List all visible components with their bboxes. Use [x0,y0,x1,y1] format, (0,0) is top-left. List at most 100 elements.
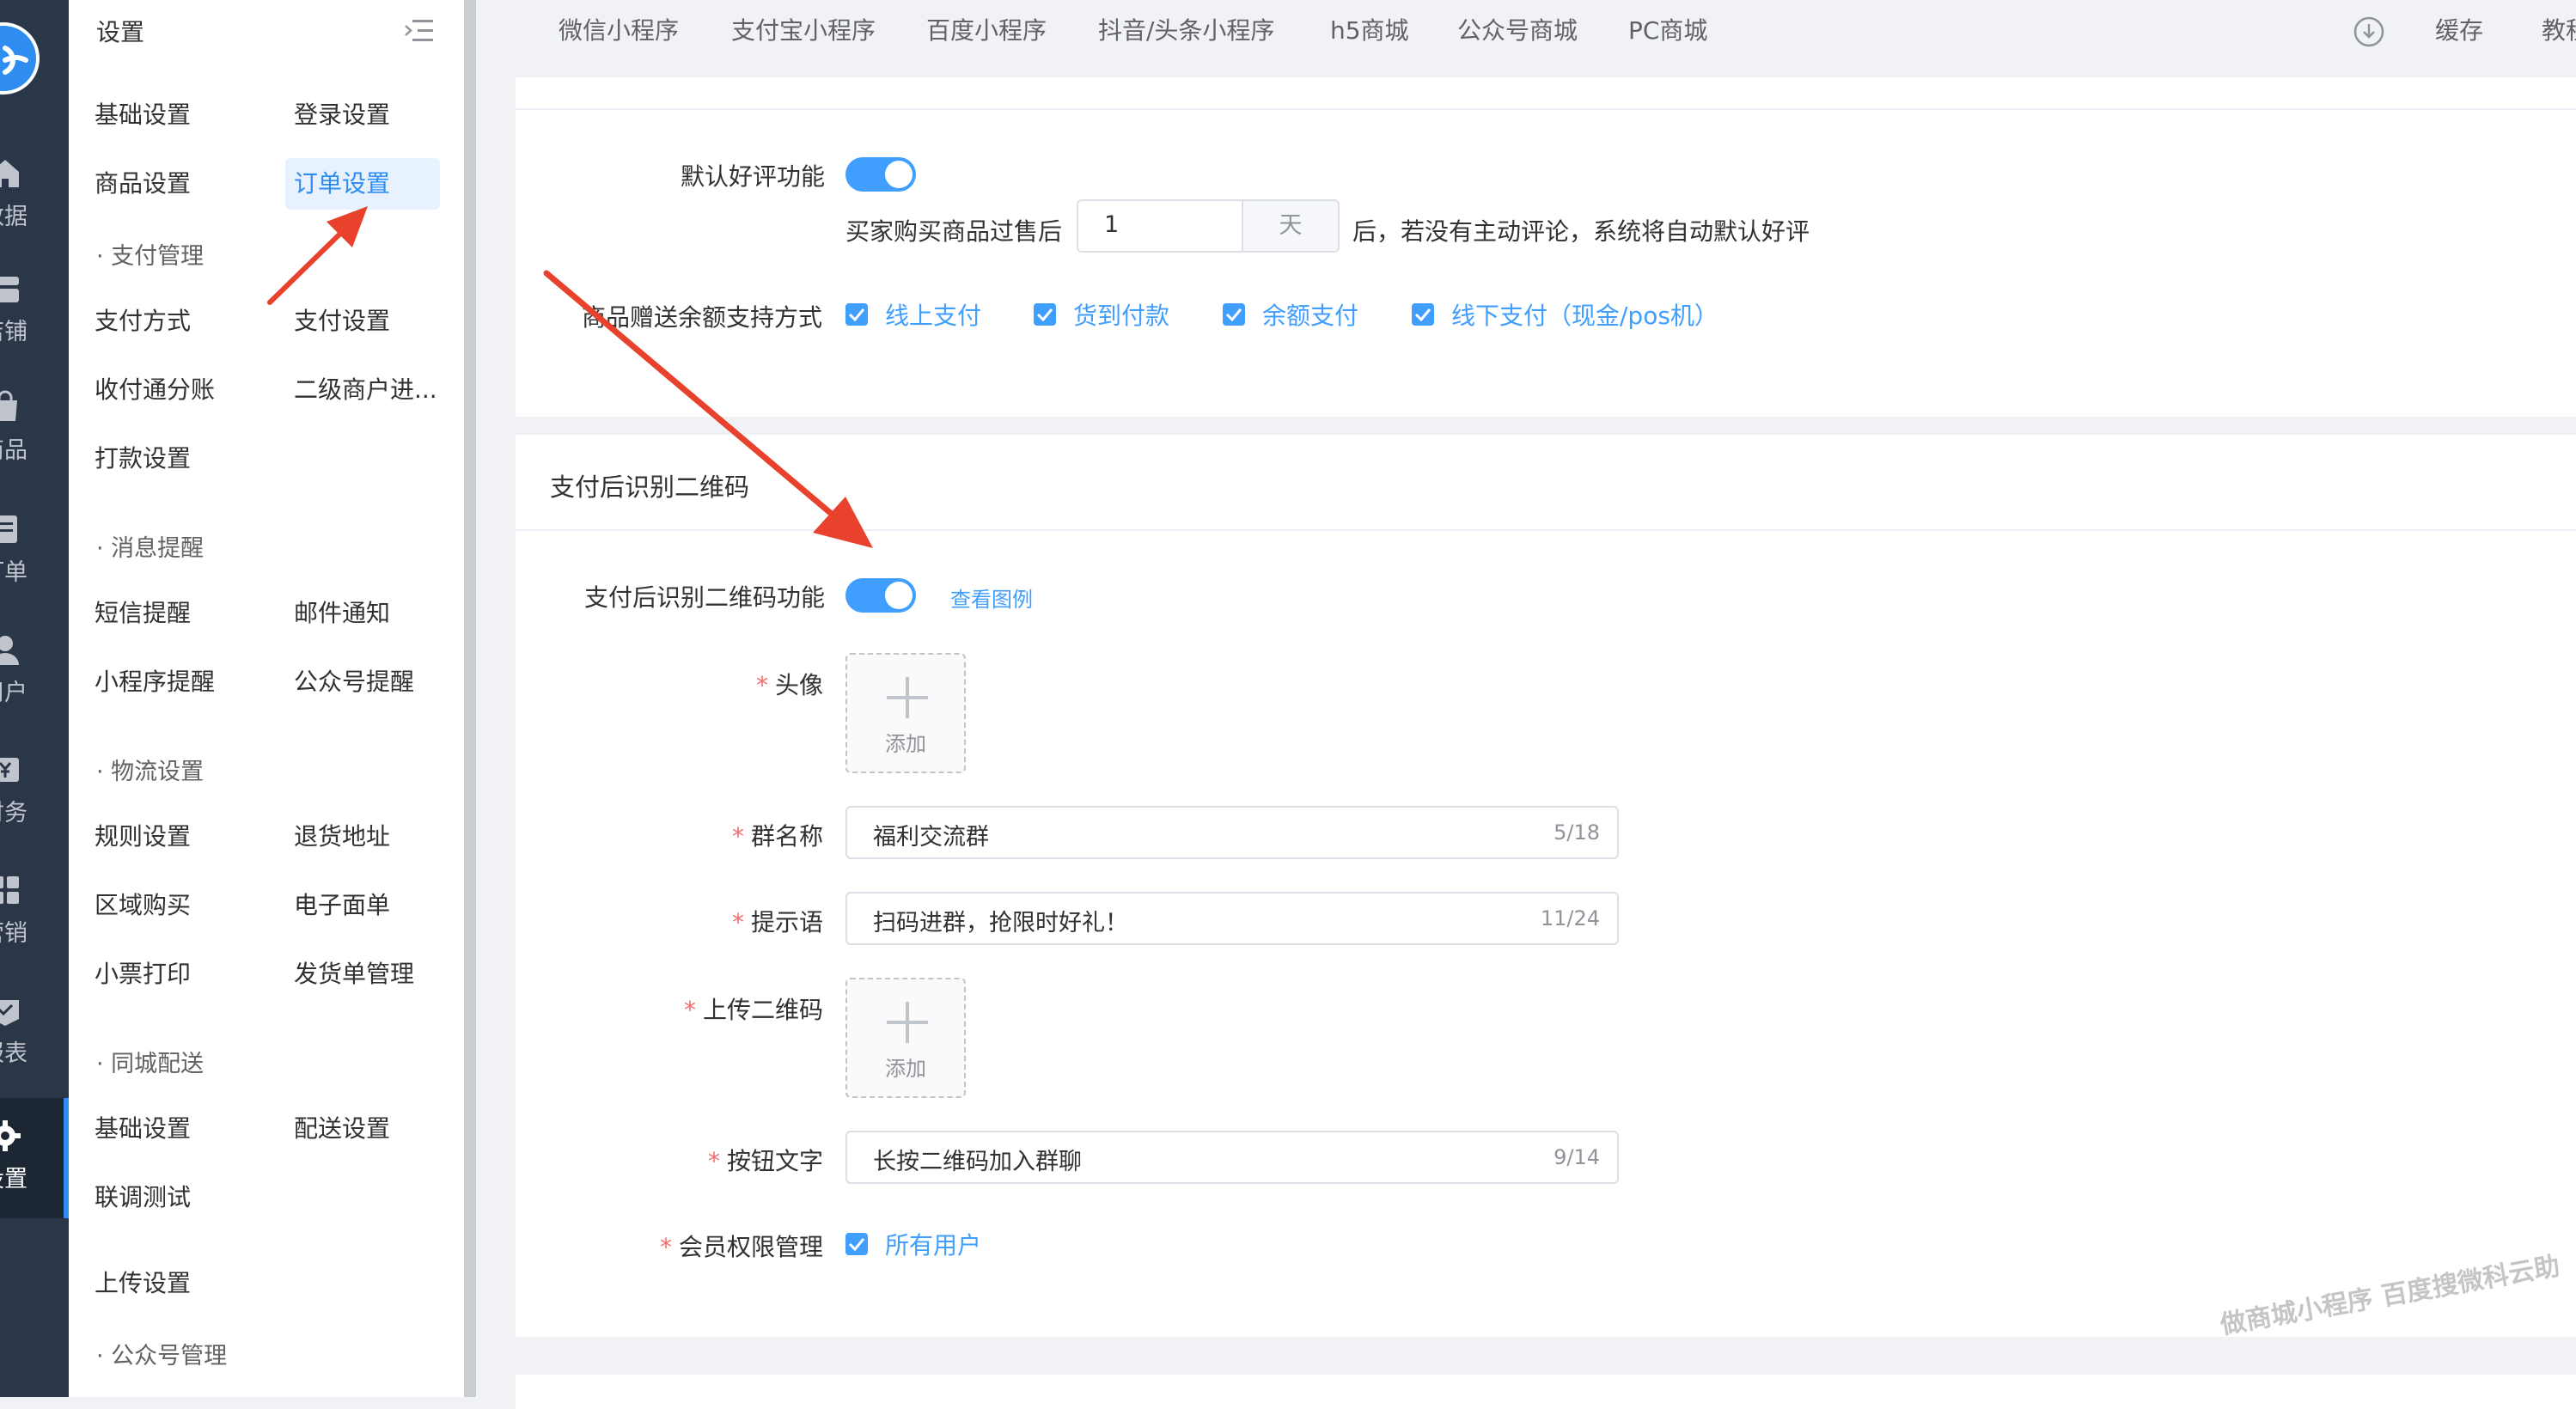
checkbox-checked-icon [845,303,868,326]
rail-item-marketing[interactable]: 营销 [0,873,69,993]
sidebar-item-pay-method[interactable]: 支付方式 [95,296,191,347]
checkbox-checked-icon [1034,303,1056,326]
gear-icon [0,1120,21,1151]
sidebar-item-rules[interactable]: 规则设置 [95,811,191,863]
tip-label: * 提示语 [732,908,824,936]
group-name-count: 5/18 [1554,820,1600,845]
tip-input[interactable]: 扫码进群，抢限时好礼！ 11/24 [845,892,1619,945]
rail-item-report[interactable]: 报表 [0,993,69,1113]
rail-item-label: 商品 [0,437,27,464]
sidebar-item-goods[interactable]: 商品设置 [95,158,191,210]
payment-balance-label: 余额支付 [1262,302,1359,330]
rail-item-user[interactable]: 用户 [0,632,69,753]
tab-douyin-miniapp[interactable]: 抖音/头条小程序 [1098,12,1274,46]
sidebar-item-miniapp-notice[interactable]: 小程序提醒 [95,656,215,708]
view-example-link[interactable]: 查看图例 [950,583,1033,613]
sidebar-item-receipt[interactable]: 小票打印 [95,948,191,1000]
rail-item-settings[interactable]: 设置 [0,1098,69,1218]
button-text-input[interactable]: 长按二维码加入群聊 9/14 [845,1131,1619,1184]
tip-value: 扫码进群，抢限时好礼！ [873,910,1128,936]
member-all-users-checkbox[interactable]: 所有用户 [845,1227,981,1261]
rail-item-label: 报表 [0,1040,27,1067]
rail-item-label: 数据 [0,204,27,230]
sidebar-item-basic[interactable]: 基础设置 [95,89,191,141]
settings-sidebar: 设置 基础设置 登录设置 商品设置 订单设置 · 支付管理 支付方式 支付设置 … [69,0,464,1397]
sidebar-divider[interactable] [464,0,476,1397]
group-name-input[interactable]: 福利交流群 5/18 [845,806,1619,859]
sidebar-item-email[interactable]: 邮件通知 [294,588,390,639]
marketing-icon [0,876,19,904]
app-logo[interactable] [0,22,40,95]
tab-pc-mall[interactable]: PC商城 [1628,12,1707,46]
qr-feature-toggle[interactable] [845,578,916,613]
rail-item-label: 店铺 [0,319,27,345]
tab-alipay-miniapp[interactable]: 支付宝小程序 [731,12,876,46]
sidebar-item-payout[interactable]: 打款设置 [95,433,191,485]
sidebar-item-pay-settings[interactable]: 支付设置 [294,296,390,347]
review-days-input[interactable]: 1 [1077,199,1242,253]
sidebar-item-delivery-settings[interactable]: 配送设置 [294,1103,390,1155]
rail-item-order[interactable]: 订单 [0,512,69,632]
sidebar-item-upload[interactable]: 上传设置 [95,1258,191,1309]
avatar-label: * 头像 [756,671,824,699]
payment-balance-checkbox[interactable]: 余额支付 [1223,297,1358,332]
sidebar-item-region[interactable]: 区域购买 [95,880,191,931]
cache-link[interactable]: 缓存 [2435,12,2483,46]
group-name-value: 福利交流群 [873,824,989,851]
qr-code-card [516,435,2576,1337]
sidebar-item-debug[interactable]: 联调测试 [95,1172,191,1223]
sidebar-item-split[interactable]: 收付通分账 [95,364,215,416]
default-review-toggle[interactable] [845,157,916,192]
button-text-label: * 按钮文字 [708,1147,824,1175]
checkbox-checked-icon [845,1233,868,1255]
rail-item-finance[interactable]: 财务 [0,753,69,873]
checkbox-checked-icon [1412,303,1434,326]
download-icon[interactable] [2353,15,2385,48]
sidebar-item-order[interactable]: 订单设置 [285,158,440,210]
tab-mp-mall[interactable]: 公众号商城 [1457,12,1578,46]
rail-item-store[interactable]: 店铺 [0,271,69,392]
tab-wechat-miniapp[interactable]: 微信小程序 [559,12,679,46]
sidebar-item-waybill[interactable]: 电子面单 [294,880,390,931]
tip-count: 11/24 [1540,906,1600,930]
buyer-rule-prefix: 买家购买商品过售后 [845,217,1063,246]
sidebar-group-logistics: · 物流设置 [96,759,204,785]
sidebar-item-return-address[interactable]: 退货地址 [294,811,390,863]
upload-label: 添加 [885,1057,926,1081]
sidebar-group-mp: · 公众号管理 [96,1343,228,1369]
sidebar-item-delivery-basic[interactable]: 基础设置 [95,1103,191,1155]
rail-item-label: 营销 [0,920,27,947]
sidebar-title: 设置 [96,18,145,46]
payment-cod-checkbox[interactable]: 货到付款 [1034,297,1169,332]
tab-baidu-miniapp[interactable]: 百度小程序 [926,12,1047,46]
member-all-users-label: 所有用户 [885,1231,982,1260]
rail-item-label: 订单 [0,559,27,586]
tab-h5-mall[interactable]: h5商城 [1330,12,1409,46]
payment-offline-checkbox[interactable]: 线下支付（现金/pos机） [1412,297,1718,332]
order-icon [0,515,17,543]
avatar-uploader[interactable]: 添加 [845,653,966,773]
review-days-unit: 天 [1242,199,1340,253]
qr-uploader[interactable]: 添加 [845,978,966,1098]
gift-balance-label: 商品赠送余额支持方式 [582,303,823,332]
sidebar-item-login[interactable]: 登录设置 [294,89,390,141]
sidebar-item-merchant[interactable]: 二级商户进... [294,364,437,416]
finance-icon [0,758,19,782]
qr-feature-label: 支付后识别二维码功能 [584,583,826,612]
user-icon [0,636,19,665]
rail-item-data[interactable]: 数据 [0,156,69,277]
checkbox-checked-icon [1223,303,1245,326]
menu-collapse-icon[interactable] [404,17,435,45]
upload-qr-label: * 上传二维码 [684,996,824,1024]
sidebar-item-mp-notice[interactable]: 公众号提醒 [294,656,414,708]
payment-online-checkbox[interactable]: 线上支付 [845,297,981,332]
home-icon [0,160,19,187]
sidebar-item-sms[interactable]: 短信提醒 [95,588,191,639]
tutorial-link[interactable]: 教程 [2542,12,2576,46]
payment-cod-label: 货到付款 [1073,302,1170,330]
main-nav-rail: 数据 店铺 商品 订单 用户 财务 营销 报表 设置 [0,0,69,1397]
sidebar-item-shipping-doc[interactable]: 发货单管理 [294,948,414,1000]
member-permission-label: * 会员权限管理 [660,1233,824,1261]
rail-item-goods[interactable]: 商品 [0,390,69,510]
review-days-value: 1 [1104,211,1120,238]
